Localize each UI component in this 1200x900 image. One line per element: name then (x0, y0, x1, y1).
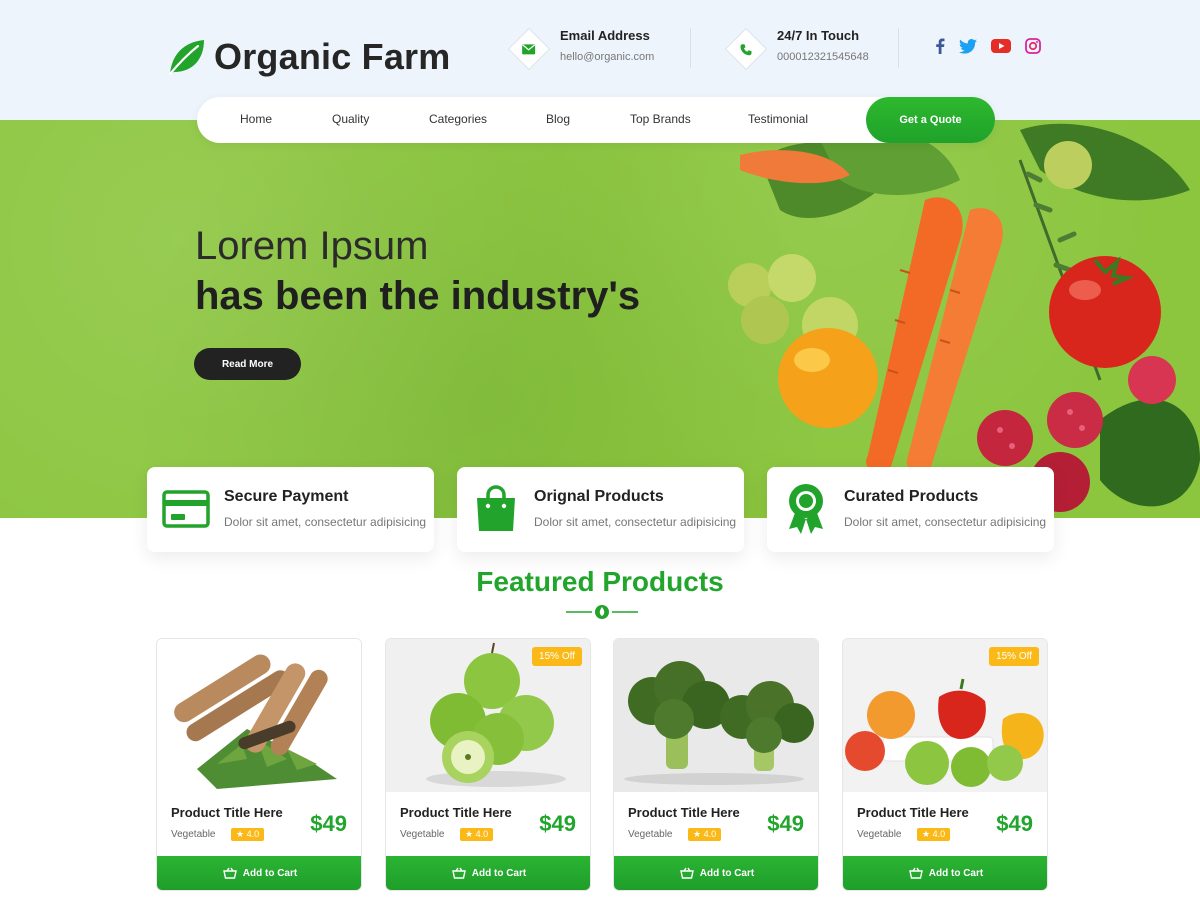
brand-name: Organic Farm (214, 36, 451, 77)
product-image (614, 639, 818, 792)
add-to-cart-label: Add to Cart (242, 867, 298, 879)
product-category: Vegetable (171, 829, 216, 840)
nav-blog[interactable]: Blog (546, 112, 570, 126)
divider (690, 28, 691, 68)
product-category: Vegetable (400, 829, 445, 840)
product-card[interactable]: Product Title Here Vegetable ★ 4.0 $49 A… (613, 638, 819, 891)
logo[interactable]: Organic Farm (166, 36, 450, 78)
add-to-cart-label: Add to Cart (471, 867, 527, 879)
basket-icon (908, 867, 923, 879)
feature-card-curated-products: Curated Products Dolor sit amet, consect… (767, 467, 1054, 552)
add-to-cart-button[interactable]: Add to Cart (157, 856, 361, 890)
product-image (157, 639, 361, 792)
discount-badge: 15% Off (989, 647, 1039, 666)
product-card[interactable]: 15% Off Product Title Here Vegetable ★ 4… (385, 638, 591, 891)
instagram-icon[interactable] (1025, 38, 1041, 54)
featured-products-title: Featured Products (476, 566, 724, 597)
facebook-icon[interactable] (935, 38, 945, 54)
contact-phone-value[interactable]: 000012321545648 (777, 51, 869, 63)
nav-categories[interactable]: Categories (429, 112, 487, 126)
feature-title: Orignal Products (534, 488, 664, 505)
nav-testimonial[interactable]: Testimonial (748, 112, 808, 126)
social-links (935, 38, 1041, 54)
product-price: $49 (539, 811, 576, 836)
mail-icon (507, 27, 551, 71)
main-nav: Home Quality Categories Blog Top Brands … (197, 97, 995, 143)
leaf-icon (168, 40, 204, 76)
add-to-cart-button[interactable]: Add to Cart (614, 856, 818, 890)
read-more-button[interactable]: Read More (194, 348, 301, 380)
hero-banner: Lorem Ipsum has been the industry's Read… (0, 120, 1200, 518)
contact-phone[interactable]: 24/7 In Touch 000012321545648 (724, 27, 869, 71)
contact-email[interactable]: Email Address hello@organic.com (507, 27, 654, 71)
feature-description: Dolor sit amet, consectetur adipisicing (224, 515, 427, 529)
contact-email-value[interactable]: hello@organic.com (560, 51, 654, 63)
rating-badge: ★ 4.0 (688, 828, 722, 841)
discount-badge: 15% Off (532, 647, 582, 666)
product-title[interactable]: Product Title Here (628, 805, 740, 820)
feature-card-original-products: Orignal Products Dolor sit amet, consect… (457, 467, 744, 552)
feature-title: Secure Payment (224, 488, 349, 505)
feature-description: Dolor sit amet, consectetur adipisicing (844, 515, 1047, 529)
nav-top-brands[interactable]: Top Brands (630, 112, 691, 126)
product-price: $49 (767, 811, 804, 836)
rating-badge: ★ 4.0 (460, 828, 494, 841)
youtube-icon[interactable] (991, 39, 1011, 53)
add-to-cart-button[interactable]: Add to Cart (386, 856, 590, 890)
award-badge-icon (781, 484, 831, 534)
credit-card-icon (161, 484, 211, 534)
basket-icon (222, 867, 237, 879)
feature-title: Curated Products (844, 488, 979, 505)
contact-email-title: Email Address (560, 28, 650, 43)
product-card[interactable]: 15% Off Product Title Here Vegetable ★ 4… (842, 638, 1048, 891)
shopping-bag-icon (471, 484, 521, 534)
title-divider (566, 605, 638, 619)
phone-icon (724, 27, 768, 71)
twitter-icon[interactable] (959, 38, 977, 54)
add-to-cart-label: Add to Cart (928, 867, 984, 879)
product-title[interactable]: Product Title Here (171, 805, 283, 820)
product-category: Vegetable (628, 829, 673, 840)
product-title[interactable]: Product Title Here (400, 805, 512, 820)
product-category: Vegetable (857, 829, 902, 840)
hero-vegetables-image (728, 123, 1200, 512)
add-to-cart-button[interactable]: Add to Cart (843, 856, 1047, 890)
nav-quality[interactable]: Quality (332, 112, 369, 126)
hero-heading-line1: Lorem Ipsum (195, 224, 429, 268)
hero-heading-line2: has been the industry's (195, 274, 641, 318)
feature-card-secure-payment: Secure Payment Dolor sit amet, consectet… (147, 467, 434, 552)
product-price: $49 (996, 811, 1033, 836)
product-title[interactable]: Product Title Here (857, 805, 969, 820)
divider (898, 28, 899, 68)
feature-description: Dolor sit amet, consectetur adipisicing (534, 515, 737, 529)
product-card[interactable]: Product Title Here Vegetable ★ 4.0 $49 A… (156, 638, 362, 891)
basket-icon (451, 867, 466, 879)
nav-home[interactable]: Home (240, 112, 272, 126)
get-a-quote-button[interactable]: Get a Quote (866, 97, 995, 143)
contact-phone-title: 24/7 In Touch (777, 28, 860, 43)
basket-icon (679, 867, 694, 879)
product-price: $49 (310, 811, 347, 836)
add-to-cart-label: Add to Cart (699, 867, 755, 879)
rating-badge: ★ 4.0 (917, 828, 951, 841)
rating-badge: ★ 4.0 (231, 828, 265, 841)
